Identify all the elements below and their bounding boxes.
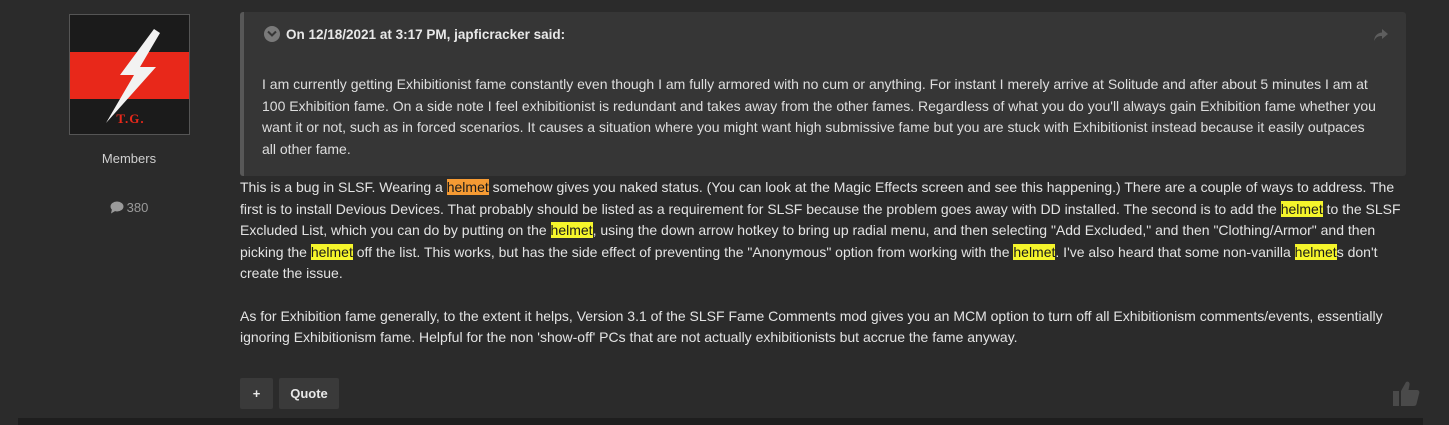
quote-text: I am currently getting Exhibitionist fam… bbox=[262, 76, 1376, 157]
search-highlight: helmet bbox=[1294, 243, 1337, 260]
multiquote-add-button[interactable]: + bbox=[240, 378, 273, 409]
search-highlight-current: helmet bbox=[446, 179, 489, 195]
search-highlight: helmet bbox=[310, 243, 353, 260]
quote-button[interactable]: Quote bbox=[279, 378, 339, 409]
quote-header: On 12/18/2021 at 3:17 PM, japficracker s… bbox=[264, 26, 565, 42]
comment-icon bbox=[110, 201, 124, 214]
user-group: Members bbox=[101, 151, 157, 166]
text-run: . I've also heard that some non-vanilla bbox=[1055, 243, 1295, 260]
search-highlight: helmet bbox=[1280, 200, 1323, 217]
post-count: 380 bbox=[18, 200, 240, 215]
forum-post: T.G. Members 380 On 12/18/2021 at 3:17 P… bbox=[18, 0, 1423, 425]
post-separator bbox=[18, 418, 1423, 425]
quote-block: On 12/18/2021 at 3:17 PM, japficracker s… bbox=[240, 12, 1406, 176]
post-paragraph-1: This is a bug in SLSF. Wearing a helmet … bbox=[240, 177, 1410, 285]
avatar-text: T.G. bbox=[116, 111, 145, 126]
share-icon[interactable] bbox=[1374, 29, 1388, 41]
author-panel: T.G. Members 380 bbox=[18, 0, 240, 420]
post-paragraph-2: As for Exhibition fame generally, to the… bbox=[240, 307, 1383, 346]
text-run: This is a bug in SLSF. Wearing a bbox=[240, 179, 447, 195]
chevron-down-icon[interactable] bbox=[264, 26, 280, 42]
search-highlight: helmet bbox=[550, 222, 593, 238]
quote-citation: On 12/18/2021 at 3:17 PM, japficracker s… bbox=[286, 27, 566, 42]
post-count-value: 380 bbox=[126, 200, 149, 215]
post-content: On 12/18/2021 at 3:17 PM, japficracker s… bbox=[240, 0, 1423, 420]
text-run: off the list. This works, but has the si… bbox=[352, 243, 1014, 260]
avatar[interactable]: T.G. bbox=[69, 14, 190, 135]
thumbs-up-icon[interactable] bbox=[1392, 380, 1420, 407]
search-highlight: helmet bbox=[1013, 243, 1056, 260]
post-body: This is a bug in SLSF. Wearing a helmet … bbox=[240, 177, 1410, 370]
